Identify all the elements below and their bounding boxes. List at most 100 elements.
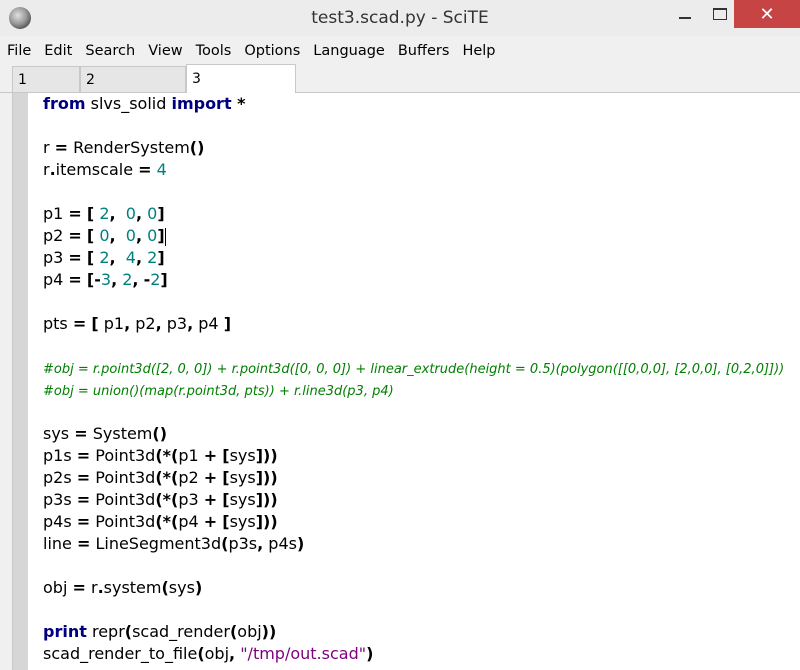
- code-token: (*(: [155, 446, 179, 465]
- code-token: ): [296, 534, 305, 553]
- close-button[interactable]: ✕: [734, 0, 800, 28]
- code-line[interactable]: print repr(scad_render(obj)): [43, 621, 276, 643]
- editor-margin[interactable]: [13, 93, 28, 670]
- code-token: line: [43, 534, 77, 553]
- code-token: System: [87, 424, 153, 443]
- code-line[interactable]: r = RenderSystem(): [43, 137, 204, 159]
- code-token: -: [94, 270, 101, 289]
- code-token: =: [68, 226, 82, 245]
- code-token: scad_render_to_file: [43, 644, 198, 663]
- text-caret: [164, 227, 166, 246]
- minimize-icon: [679, 17, 691, 19]
- menu-edit[interactable]: Edit: [37, 43, 78, 59]
- code-token: slvs_solid: [85, 94, 172, 113]
- code-token: [: [222, 446, 230, 465]
- code-token: p4: [43, 270, 69, 289]
- code-token: sys: [43, 424, 75, 443]
- code-line[interactable]: p3s = Point3d(*(p3 + [sys])): [43, 489, 278, 511]
- code-token: (: [124, 622, 133, 641]
- code-token: (): [152, 424, 168, 443]
- code-token: =: [72, 314, 87, 333]
- code-token: +: [203, 512, 218, 531]
- code-token: pts: [43, 314, 73, 333]
- code-line[interactable]: pts = [ p1, p2, p3, p4 ]: [43, 313, 231, 335]
- menu-language[interactable]: Language: [306, 43, 391, 59]
- code-line[interactable]: p1s = Point3d(*(p1 + [sys])): [43, 445, 278, 467]
- tab-test3-scad-py[interactable]: 3 test3.scad.py: [186, 64, 296, 116]
- code-token: RenderSystem: [68, 138, 190, 157]
- code-token: p4: [178, 512, 204, 531]
- code-token: repr: [86, 622, 125, 641]
- code-token: =: [74, 424, 88, 443]
- code-token: (*(: [155, 468, 179, 487]
- code-line[interactable]: p2 = [ 0, 0, 0]: [43, 225, 166, 247]
- maximize-button[interactable]: [706, 0, 734, 28]
- code-token: =: [68, 204, 82, 223]
- code-token: +: [203, 490, 218, 509]
- code-token: =: [76, 512, 91, 531]
- code-token: ]: [157, 204, 165, 223]
- code-token: 0: [147, 204, 158, 223]
- code-line[interactable]: scad_render_to_file(obj, "/tmp/out.scad"…: [43, 643, 373, 665]
- tab-test-py[interactable]: 1 test.py: [12, 66, 80, 114]
- code-token: p4s: [263, 534, 297, 553]
- code-token: print: [43, 622, 87, 641]
- code-token: ]: [157, 226, 165, 245]
- code-token: =: [76, 490, 91, 509]
- tab-test2-scad-py[interactable]: 2 test2.scad.py: [80, 66, 186, 114]
- code-token: 2: [99, 248, 110, 267]
- code-token: ]: [157, 248, 165, 267]
- code-token: ): [366, 644, 374, 663]
- code-line[interactable]: r.itemscale = 4: [43, 159, 167, 181]
- code-token: [: [222, 512, 230, 531]
- buffer-tab-bar: 1 test.py 2 test2.scad.py 3 test3.scad.p…: [0, 64, 800, 116]
- code-token: 0: [125, 226, 136, 245]
- code-token: =: [72, 578, 86, 597]
- menu-help[interactable]: Help: [455, 43, 501, 59]
- code-token: p3: [161, 314, 188, 333]
- code-token: 0: [147, 226, 158, 245]
- minimize-button[interactable]: [664, 0, 706, 28]
- code-line[interactable]: p1 = [ 2, 0, 0]: [43, 203, 165, 225]
- menu-view[interactable]: View: [141, 43, 188, 59]
- code-area[interactable]: from slvs_solid import * r = RenderSystem…: [43, 93, 800, 670]
- code-token: )): [261, 622, 277, 641]
- code-token: Point3d: [90, 446, 156, 465]
- code-token: r: [85, 578, 98, 597]
- code-line[interactable]: obj = r.system(sys): [43, 577, 202, 599]
- code-token: "/tmp/out.scad": [240, 644, 367, 663]
- code-token: itemscale: [55, 160, 139, 179]
- code-token: LineSegment3d: [90, 534, 222, 553]
- code-token: =: [138, 160, 152, 179]
- code-token: from: [43, 94, 86, 113]
- menu-file[interactable]: File: [0, 43, 37, 59]
- menu-tools[interactable]: Tools: [189, 43, 238, 59]
- code-line[interactable]: p2s = Point3d(*(p2 + [sys])): [43, 467, 278, 489]
- code-line[interactable]: #obj = r.point3d([2, 0, 0]) + r.point3d(…: [43, 357, 784, 379]
- code-line[interactable]: from slvs_solid import *: [43, 93, 246, 115]
- code-token: ): [194, 578, 203, 597]
- code-token: obj: [43, 578, 73, 597]
- code-token: ]: [160, 270, 168, 289]
- code-line[interactable]: sys = System(): [43, 423, 167, 445]
- code-line[interactable]: p4s = Point3d(*(p4 + [sys])): [43, 511, 278, 533]
- code-token: obj: [237, 622, 262, 641]
- code-token: ]: [223, 314, 231, 333]
- code-token: p2: [178, 468, 204, 487]
- code-token: Point3d: [90, 512, 156, 531]
- menu-search[interactable]: Search: [78, 43, 141, 59]
- code-line[interactable]: line = LineSegment3d(p3s, p4s): [43, 533, 304, 555]
- code-token: Point3d: [90, 468, 156, 487]
- code-editor[interactable]: from slvs_solid import * r = RenderSystem…: [12, 93, 800, 670]
- code-line[interactable]: #obj = union()(map(r.point3d, pts)) + r.…: [43, 379, 394, 401]
- code-token: =: [68, 248, 82, 267]
- menu-options[interactable]: Options: [237, 43, 306, 59]
- menu-buffers[interactable]: Buffers: [391, 43, 456, 59]
- code-line[interactable]: p3 = [ 2, 4, 2]: [43, 247, 165, 269]
- code-token: +: [203, 446, 218, 465]
- code-token: ])): [255, 490, 278, 509]
- code-token: #obj = union()(map(r.point3d, pts)) + r.…: [43, 384, 394, 399]
- code-token: ])): [255, 468, 278, 487]
- code-line[interactable]: p4 = [-3, 2, -2]: [43, 269, 168, 291]
